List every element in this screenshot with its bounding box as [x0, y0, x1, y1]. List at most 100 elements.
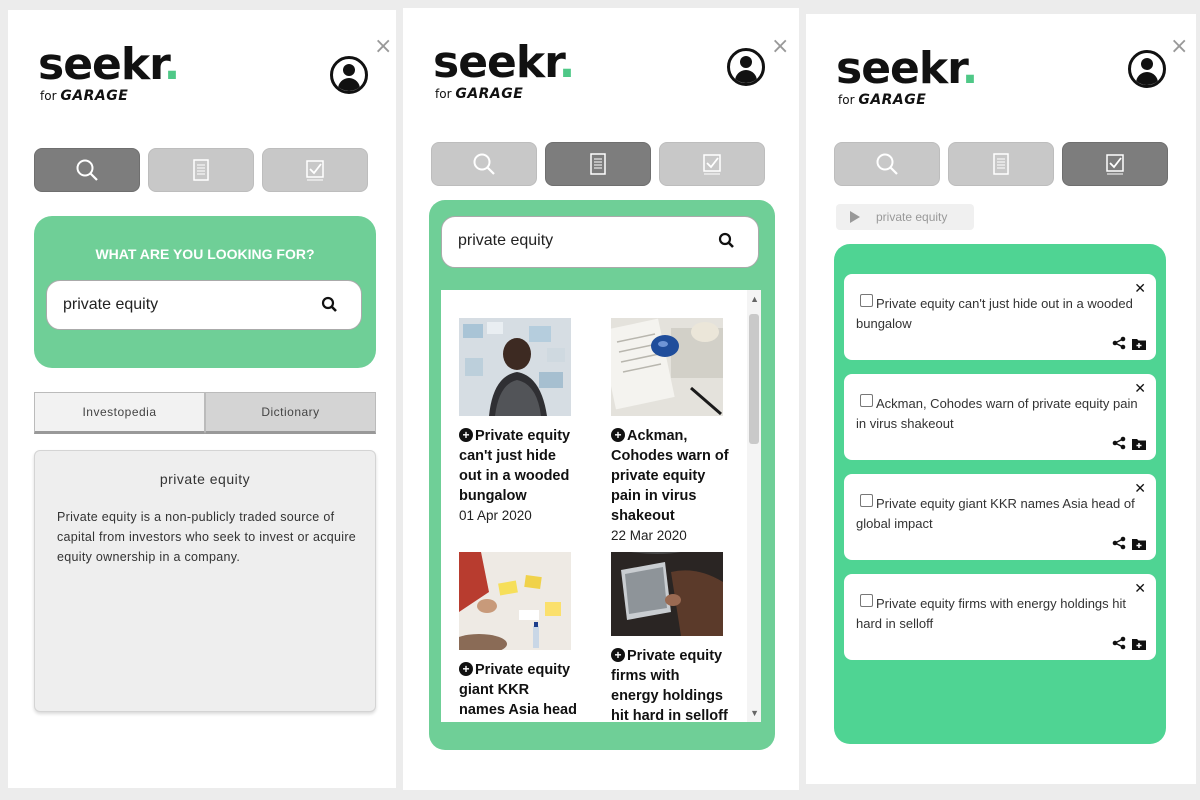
meeting-table-image: [459, 552, 571, 650]
share-icon[interactable]: [1112, 636, 1126, 650]
search-icon[interactable]: [718, 232, 736, 250]
logo-sub-prefix: for: [838, 93, 855, 107]
search-input[interactable]: private equity: [441, 216, 759, 268]
saved-breadcrumb[interactable]: private equity: [836, 204, 974, 230]
saved-item[interactable]: Private equity firms with energy holding…: [844, 574, 1156, 660]
search-icon[interactable]: [321, 296, 339, 314]
share-icon[interactable]: [1112, 336, 1126, 350]
close-icon[interactable]: ×: [1170, 36, 1188, 58]
add-icon[interactable]: +: [459, 428, 473, 442]
folder-add-icon[interactable]: [1132, 537, 1146, 550]
breadcrumb-label: private equity: [876, 210, 948, 224]
tab-results[interactable]: [545, 142, 651, 186]
saved-item[interactable]: Ackman, Cohodes warn of private equity p…: [844, 374, 1156, 460]
result-date: 22 Mar 2020: [611, 528, 687, 543]
logo-dot: .: [558, 37, 576, 88]
logo-word: seekr: [38, 39, 165, 90]
logo-word: seekr: [836, 43, 963, 94]
result-title[interactable]: Private equity can't just hide out in a …: [459, 428, 570, 504]
tab-results[interactable]: [148, 148, 254, 192]
add-icon[interactable]: +: [611, 648, 625, 662]
tab-search[interactable]: [34, 148, 140, 192]
add-icon[interactable]: +: [459, 662, 473, 676]
saved-item-title[interactable]: Ackman, Cohodes warn of private equity p…: [856, 394, 1142, 434]
search-input-value: private equity: [458, 232, 554, 249]
result-card[interactable]: + Private equity can't just hide out in a…: [459, 318, 579, 523]
tab-bar: [431, 142, 765, 186]
tab-search[interactable]: [431, 142, 537, 186]
search-heading: WHAT ARE YOU LOOKING FOR?: [95, 246, 315, 262]
tab-bar: [834, 142, 1168, 186]
tab-search[interactable]: [834, 142, 940, 186]
logo-dot: .: [961, 43, 979, 94]
saved-panel: seekr. for GARAGE × private equity Priva…: [806, 14, 1196, 784]
profile-avatar-icon[interactable]: [1128, 50, 1166, 88]
result-card[interactable]: + Ackman, Cohodes warn of private equity …: [611, 318, 731, 543]
folder-add-icon[interactable]: [1132, 337, 1146, 350]
remove-icon[interactable]: ✕: [1134, 280, 1146, 297]
play-icon: [850, 211, 860, 223]
tab-saved[interactable]: [659, 142, 765, 186]
tab-saved[interactable]: [1062, 142, 1168, 186]
checklist-icon: [306, 160, 324, 181]
folder-add-icon[interactable]: [1132, 437, 1146, 450]
close-icon[interactable]: ×: [374, 36, 392, 58]
logo-sub-name: GARAGE: [858, 92, 927, 108]
saved-item-title[interactable]: Private equity can't just hide out in a …: [856, 294, 1142, 334]
result-title[interactable]: Private equity giant KKR names Asia head…: [459, 662, 577, 722]
saved-item-title[interactable]: Private equity firms with energy holding…: [856, 594, 1142, 634]
profile-avatar-icon[interactable]: [330, 56, 368, 94]
remove-icon[interactable]: ✕: [1134, 380, 1146, 397]
tab-bar: [34, 148, 368, 192]
profile-avatar-icon[interactable]: [727, 48, 765, 86]
scroll-up-icon[interactable]: ▲: [750, 294, 759, 304]
document-icon: [590, 153, 606, 175]
saved-list: Private equity can't just hide out in a …: [834, 244, 1166, 744]
man-at-wall-image: [459, 318, 571, 416]
seekr-logo: seekr. for GARAGE: [836, 43, 979, 109]
tab-results[interactable]: [948, 142, 1054, 186]
result-card[interactable]: + Private equity giant KKR names Asia hea…: [459, 552, 579, 722]
checklist-icon: [1106, 154, 1124, 175]
logo-sub-name: GARAGE: [455, 86, 524, 102]
desk-mouse-image: [611, 318, 723, 416]
definition-text: Private equity is a non-publicly traded …: [57, 510, 357, 564]
folder-add-icon[interactable]: [1132, 637, 1146, 650]
search-input[interactable]: private equity: [46, 280, 362, 330]
close-icon[interactable]: ×: [771, 36, 789, 58]
share-icon[interactable]: [1112, 436, 1126, 450]
add-icon[interactable]: +: [611, 428, 625, 442]
results-scrollbar[interactable]: ▲ ▼: [747, 290, 761, 722]
saved-item[interactable]: Private equity giant KKR names Asia head…: [844, 474, 1156, 560]
search-icon: [876, 153, 898, 175]
source-tab-dictionary[interactable]: Dictionary: [205, 392, 376, 434]
results-list[interactable]: + Private equity can't just hide out in a…: [441, 290, 761, 722]
search-panel: seekr. for GARAGE × WHAT ARE YOU LOOKING…: [8, 10, 396, 788]
remove-icon[interactable]: ✕: [1134, 480, 1146, 497]
results-container: private equity + Private equity can't ju…: [429, 200, 775, 750]
logo-word: seekr: [433, 37, 560, 88]
result-date: 01 Apr 2020: [459, 508, 532, 523]
tab-saved[interactable]: [262, 148, 368, 192]
document-icon: [193, 159, 209, 181]
saved-item-title[interactable]: Private equity giant KKR names Asia head…: [856, 494, 1142, 534]
scroll-down-icon[interactable]: ▼: [750, 708, 759, 718]
logo-sub-prefix: for: [435, 87, 452, 101]
result-title[interactable]: Ackman, Cohodes warn of private equity p…: [611, 428, 729, 524]
document-icon: [993, 153, 1009, 175]
results-panel: seekr. for GARAGE × private equity + Pri…: [403, 8, 799, 790]
definition-card: private equity Private equity is a non-p…: [34, 450, 376, 712]
definition-title: private equity: [159, 471, 251, 487]
source-tabs: Investopedia Dictionary: [34, 392, 376, 434]
logo-dot: .: [163, 39, 181, 90]
result-title[interactable]: Private equity firms with energy holding…: [611, 648, 728, 722]
search-icon: [473, 153, 495, 175]
logo-sub-prefix: for: [40, 89, 57, 103]
share-icon[interactable]: [1112, 536, 1126, 550]
source-tab-investopedia[interactable]: Investopedia: [34, 392, 205, 434]
seekr-logo: seekr. for GARAGE: [433, 37, 576, 103]
result-card[interactable]: + Private equity firms with energy holdin…: [611, 552, 731, 722]
remove-icon[interactable]: ✕: [1134, 580, 1146, 597]
scrollbar-thumb[interactable]: [749, 314, 759, 444]
saved-item[interactable]: Private equity can't just hide out in a …: [844, 274, 1156, 360]
